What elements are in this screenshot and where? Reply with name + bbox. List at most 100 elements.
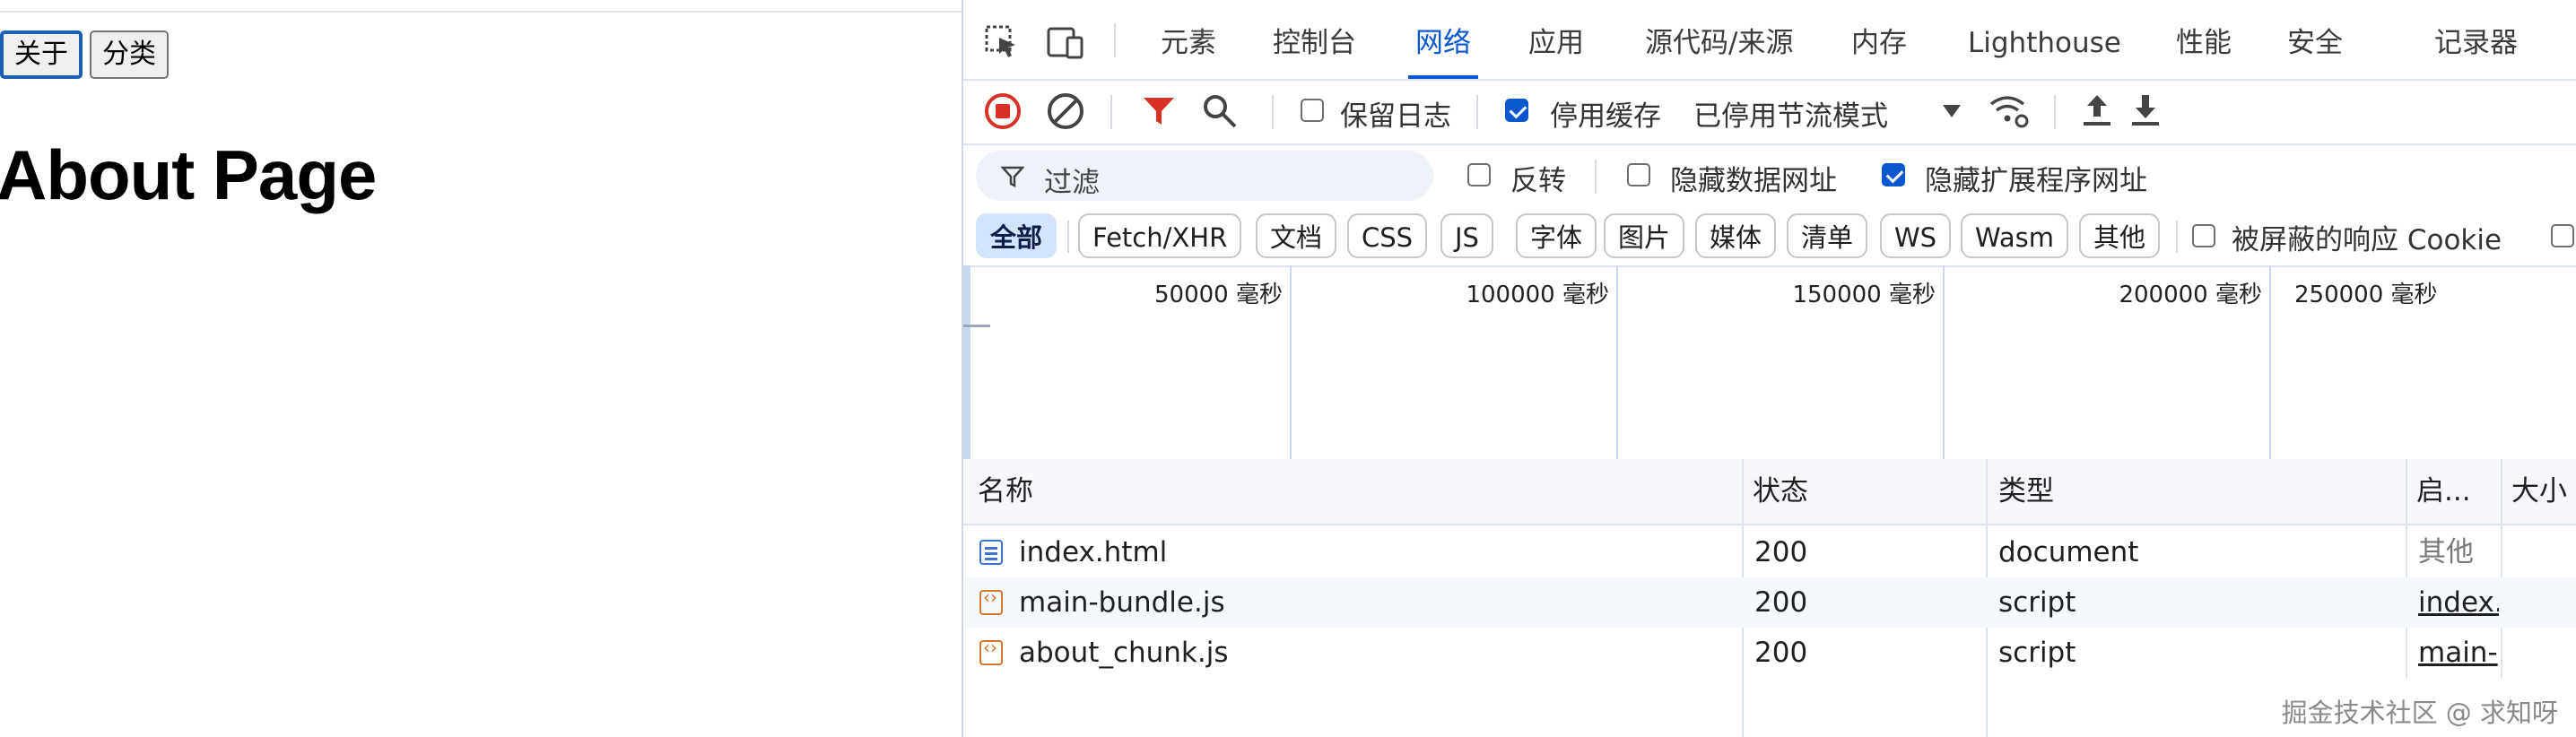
filter-bar: 过滤 反转 隐藏数据网址 隐藏扩展程序网址 xyxy=(963,143,2576,208)
request-type: script xyxy=(1998,586,2076,619)
device-toolbar-icon[interactable] xyxy=(1046,25,1087,61)
hide-extension-urls-label: 隐藏扩展程序网址 xyxy=(1925,165,2147,197)
timeline-tick-label: 250000 毫秒 xyxy=(2294,282,2438,308)
script-file-icon xyxy=(979,637,1003,665)
tab-lighthouse[interactable]: Lighthouse xyxy=(1968,0,2121,77)
network-toolbar: 保留日志 停用缓存 已停用节流模式 xyxy=(963,79,2576,145)
chip-media[interactable]: 媒体 xyxy=(1695,213,1777,258)
filter-funnel-icon[interactable] xyxy=(1141,93,1177,129)
invert-label: 反转 xyxy=(1510,165,1566,197)
column-name[interactable]: 名称 xyxy=(978,459,1033,524)
about-button[interactable]: 关于 xyxy=(0,30,83,79)
chip-separator xyxy=(1067,221,1069,253)
tab-memory[interactable]: 内存 xyxy=(1851,0,1907,77)
chevron-down-icon[interactable] xyxy=(1941,102,1962,120)
blocked-cookies-checkbox[interactable] xyxy=(2192,224,2215,247)
watermark: 掘金技术社区 @ 求知呀 xyxy=(2281,698,2558,728)
column-divider xyxy=(1986,678,1988,737)
timeline-tick xyxy=(1943,265,1945,459)
request-initiator-link[interactable]: main- xyxy=(2418,628,2499,678)
request-initiator: 其他 xyxy=(2418,536,2474,568)
request-status: 200 xyxy=(1754,536,1808,568)
tab-recorder[interactable]: 记录器 xyxy=(2434,0,2518,77)
filter-icon xyxy=(1001,166,1024,188)
hide-data-urls-label: 隐藏数据网址 xyxy=(1670,165,1837,197)
toolbar-separator xyxy=(2054,95,2056,129)
timeline-tick-label: 100000 毫秒 xyxy=(1466,282,1609,308)
column-status[interactable]: 状态 xyxy=(1753,459,1808,524)
chip-separator xyxy=(2176,221,2178,253)
request-name: about_chunk.js xyxy=(1019,637,1229,669)
more-filters-checkbox[interactable] xyxy=(2551,224,2574,247)
upload-icon[interactable] xyxy=(2079,91,2115,131)
chip-css[interactable]: CSS xyxy=(1347,213,1428,258)
disable-cache-checkbox[interactable] xyxy=(1505,99,1528,122)
chip-js[interactable]: JS xyxy=(1440,213,1493,258)
toolbar-separator xyxy=(1110,95,1112,129)
filter-separator xyxy=(1595,160,1597,194)
chip-wasm[interactable]: Wasm xyxy=(1961,213,2068,258)
toolbar-separator xyxy=(1272,95,1274,129)
table-row[interactable]: main-bundle.js 200 script index. xyxy=(963,577,2576,628)
chip-font[interactable]: 字体 xyxy=(1516,213,1597,258)
network-conditions-icon[interactable] xyxy=(1988,91,2032,131)
search-icon[interactable] xyxy=(1202,93,1238,129)
request-name: main-bundle.js xyxy=(1019,586,1225,619)
throttling-select[interactable]: 已停用节流模式 xyxy=(1693,93,1888,134)
devtools-panel: 元素 控制台 网络 应用 源代码/来源 内存 Lighthouse 性能 安全 … xyxy=(962,0,2576,737)
timeline-tick-label: 50000 毫秒 xyxy=(1154,282,1283,308)
timeline-overview[interactable]: 50000 毫秒 100000 毫秒 150000 毫秒 200000 毫秒 2… xyxy=(963,265,2576,461)
record-stop-icon[interactable] xyxy=(983,91,1023,131)
hide-extension-urls-checkbox[interactable] xyxy=(1882,163,1905,186)
clear-icon[interactable] xyxy=(1046,91,1085,131)
timeline-handle[interactable] xyxy=(963,265,970,459)
filter-input[interactable]: 过滤 xyxy=(976,151,1433,201)
blocked-cookies-label: 被屏蔽的响应 Cookie xyxy=(2232,224,2502,256)
column-type[interactable]: 类型 xyxy=(1998,459,2054,524)
preserve-log-checkbox[interactable] xyxy=(1301,99,1324,122)
request-type: document xyxy=(1998,536,2139,568)
page-heading: About Page xyxy=(0,135,377,214)
chip-ws[interactable]: WS xyxy=(1880,213,1952,258)
timeline-tick-label: 150000 毫秒 xyxy=(1792,282,1936,308)
tab-security[interactable]: 安全 xyxy=(2287,0,2343,77)
timeline-tick-label: 200000 毫秒 xyxy=(2119,282,2262,308)
chip-fetch-xhr[interactable]: Fetch/XHR xyxy=(1078,213,1242,258)
timeline-tick xyxy=(1616,265,1618,459)
table-row[interactable]: index.html 200 document 其他 xyxy=(963,527,2576,577)
timeline-tick xyxy=(2269,265,2271,459)
tab-network[interactable]: 网络 xyxy=(1408,0,1478,79)
chip-all[interactable]: 全部 xyxy=(976,213,1057,258)
timeline-tick xyxy=(1290,265,1292,459)
chip-img[interactable]: 图片 xyxy=(1604,213,1685,258)
request-bar xyxy=(963,325,990,327)
tab-performance[interactable]: 性能 xyxy=(2176,0,2232,77)
chip-doc[interactable]: 文档 xyxy=(1256,213,1337,258)
chip-manifest[interactable]: 清单 xyxy=(1787,213,1868,258)
document-file-icon xyxy=(979,540,1003,565)
inspect-element-icon[interactable] xyxy=(985,25,1021,61)
script-file-icon xyxy=(979,586,1003,615)
table-row[interactable]: about_chunk.js 200 script main- xyxy=(963,628,2576,678)
tab-application[interactable]: 应用 xyxy=(1528,0,1584,77)
chip-other[interactable]: 其他 xyxy=(2079,213,2161,258)
download-icon[interactable] xyxy=(2128,91,2163,131)
invert-checkbox[interactable] xyxy=(1467,163,1491,186)
devtools-tabbar: 元素 控制台 网络 应用 源代码/来源 内存 Lighthouse 性能 安全 … xyxy=(963,0,2576,81)
tab-sources[interactable]: 源代码/来源 xyxy=(1645,0,1793,77)
request-initiator-link[interactable]: index. xyxy=(2418,577,2499,628)
column-initiator[interactable]: 启... xyxy=(2416,459,2471,524)
disable-cache-label: 停用缓存 xyxy=(1550,100,1661,133)
request-status: 200 xyxy=(1754,586,1808,619)
column-divider xyxy=(1742,678,1744,737)
hide-data-urls-checkbox[interactable] xyxy=(1627,163,1650,186)
tab-console[interactable]: 控制台 xyxy=(1273,0,1356,77)
tab-elements[interactable]: 元素 xyxy=(1161,0,1216,77)
column-size[interactable]: 大小 xyxy=(2511,459,2567,524)
toolbar-separator xyxy=(1476,95,1478,129)
resource-type-filters: 全部 Fetch/XHR 文档 CSS JS 字体 图片 媒体 清单 WS Wa… xyxy=(963,208,2576,267)
requests-table-header: 名称 状态 类型 启... 大小 xyxy=(963,459,2576,525)
request-status: 200 xyxy=(1754,637,1808,669)
category-button[interactable]: 分类 xyxy=(90,30,169,79)
filter-placeholder: 过滤 xyxy=(1044,167,1100,199)
